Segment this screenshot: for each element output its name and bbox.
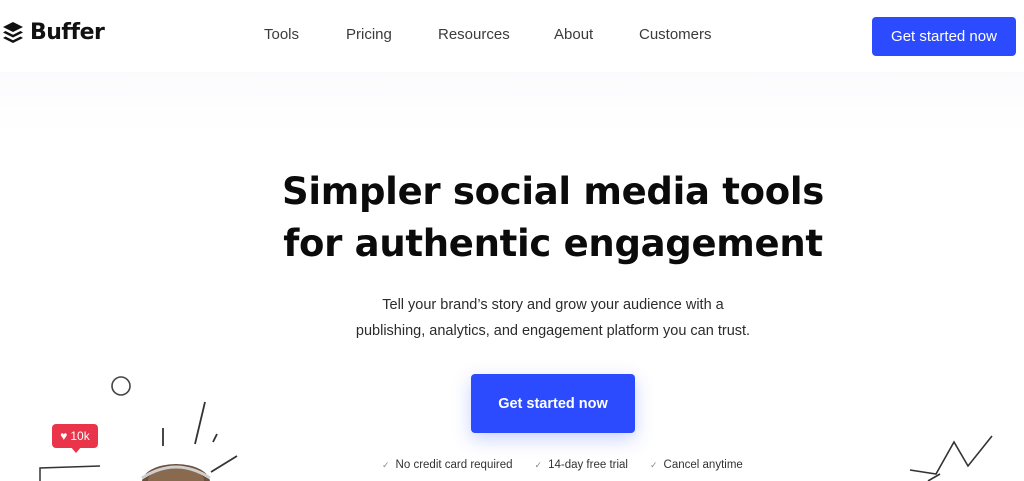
nav-item-about[interactable]: About (554, 26, 593, 43)
perk-label: 14-day free trial (548, 459, 628, 471)
like-notification-badge: ♥ 10k (52, 424, 98, 448)
check-icon: ✓ (534, 459, 543, 470)
get-started-header-button[interactable]: Get started now (872, 17, 1016, 56)
nav-item-pricing[interactable]: Pricing (346, 26, 392, 43)
heart-icon: ♥ (60, 429, 68, 443)
nav-item-tools[interactable]: Tools (264, 26, 299, 43)
like-badge-tail (70, 446, 82, 453)
get-started-hero-button[interactable]: Get started now (471, 374, 635, 433)
perk-free-trial: ✓ 14-day free trial (535, 459, 628, 471)
nav-item-resources[interactable]: Resources (438, 26, 510, 43)
nav-item-customers[interactable]: Customers (639, 26, 712, 43)
hero-subtitle: Tell your brand’s story and grow your au… (300, 292, 806, 344)
check-icon: ✓ (382, 459, 390, 470)
hero-title-line-1: Simpler social media tools (282, 170, 824, 213)
circle-decoration (111, 376, 131, 396)
zigzag-decoration (909, 435, 993, 481)
hero-subtitle-line-2: publishing, analytics, and engagement pl… (355, 323, 751, 339)
hero-subtitle-line-1: Tell your brand’s story and grow your au… (382, 297, 724, 313)
perk-label: No credit card required (395, 459, 513, 471)
logo-text: Buffer (30, 20, 105, 45)
buffer-logo[interactable]: Buffer (2, 20, 105, 45)
perk-label: Cancel anytime (663, 459, 743, 471)
check-icon: ✓ (649, 459, 658, 470)
like-count: 10k (70, 429, 90, 443)
hero-background (0, 72, 1024, 132)
perk-no-credit-card: ✓ No credit card required (382, 459, 513, 471)
photo-frame-decoration (39, 464, 211, 481)
hero-title: Simpler social media tools for authentic… (0, 166, 1024, 270)
site-header: Buffer Tools Pricing Resources About Cus… (0, 0, 1024, 72)
hero-title-line-2: for authentic engagement (283, 222, 823, 265)
perk-cancel-anytime: ✓ Cancel anytime (650, 459, 743, 471)
buffer-stack-icon (3, 21, 23, 43)
perks-list: ✓ No credit card required ✓ 14-day free … (382, 459, 743, 471)
